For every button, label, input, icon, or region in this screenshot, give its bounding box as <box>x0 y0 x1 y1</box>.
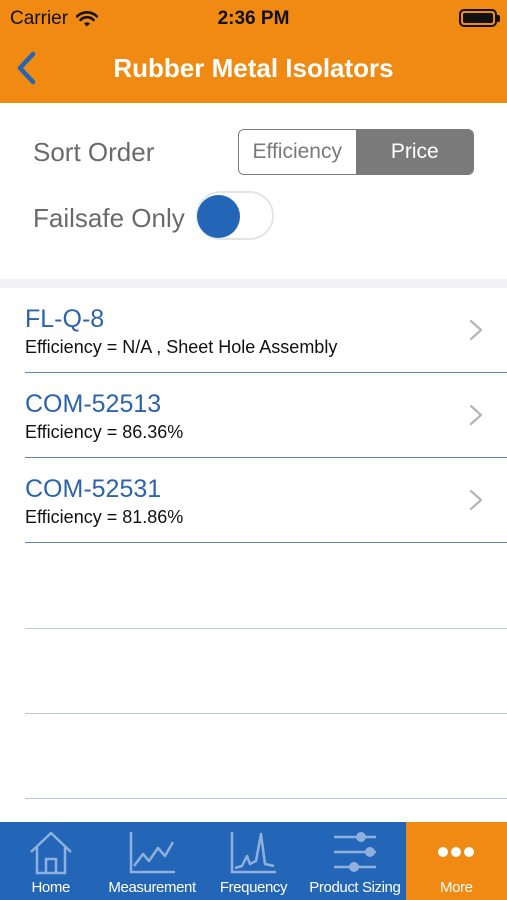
line-chart-icon <box>129 832 176 874</box>
tab-frequency[interactable]: Frequency <box>203 822 304 900</box>
list-item[interactable]: FL-Q-8 Efficiency = N/A , Sheet Hole Ass… <box>0 288 507 373</box>
row-separator <box>25 542 507 543</box>
list-item[interactable]: COM-52531 Efficiency = 81.86% <box>0 458 507 543</box>
product-detail: Efficiency = 86.36% <box>25 422 184 442</box>
home-icon <box>29 831 72 875</box>
status-time: 2:36 PM <box>217 8 290 29</box>
tab-label: Product Sizing <box>309 879 401 896</box>
chevron-right-icon <box>469 489 483 511</box>
empty-row-separator <box>25 798 507 799</box>
empty-row-separator <box>25 713 507 714</box>
frequency-chart-icon <box>231 832 277 874</box>
product-detail: Efficiency = N/A , Sheet Hole Assembly <box>25 337 338 357</box>
chevron-right-icon <box>469 404 483 426</box>
failsafe-only-toggle[interactable] <box>196 191 274 240</box>
product-name: COM-52513 <box>25 390 162 418</box>
tab-label: Frequency <box>219 879 288 896</box>
tab-product-sizing[interactable]: Product Sizing <box>304 822 405 900</box>
tab-home[interactable]: Home <box>0 822 101 900</box>
tab-label: Home <box>31 879 70 896</box>
tab-label: More <box>439 879 473 896</box>
results-list: FL-Q-8 Efficiency = N/A , Sheet Hole Ass… <box>0 288 507 543</box>
product-name: COM-52531 <box>25 475 162 503</box>
product-name: FL-Q-8 <box>25 305 105 333</box>
failsafe-only-label: Failsafe Only <box>33 203 185 233</box>
battery-icon <box>459 9 500 27</box>
empty-row-separator <box>25 628 507 629</box>
sort-option-efficiency[interactable]: Efficiency <box>239 130 357 174</box>
sliders-icon <box>333 832 376 872</box>
chevron-right-icon <box>469 319 483 341</box>
tab-bar: Home Measurement Frequency Product Sizin… <box>0 822 507 900</box>
navigation-header: Carrier 2:36 PM Rubber Metal Isolators <box>0 0 507 103</box>
status-bar: Carrier 2:36 PM <box>0 0 507 36</box>
list-item[interactable]: COM-52513 Efficiency = 86.36% <box>0 373 507 458</box>
more-dots-icon <box>438 847 475 857</box>
tab-label: Measurement <box>108 879 196 896</box>
section-divider <box>0 279 507 288</box>
page-title: Rubber Metal Isolators <box>113 53 394 83</box>
product-detail: Efficiency = 81.86% <box>25 507 184 527</box>
sort-order-segmented-control[interactable]: Efficiency Price <box>238 129 474 175</box>
toggle-knob <box>197 195 240 238</box>
tab-measurement[interactable]: Measurement <box>101 822 202 900</box>
tab-more[interactable]: More <box>405 822 507 900</box>
sort-order-label: Sort Order <box>33 137 155 167</box>
sort-option-price[interactable]: Price <box>356 130 473 174</box>
